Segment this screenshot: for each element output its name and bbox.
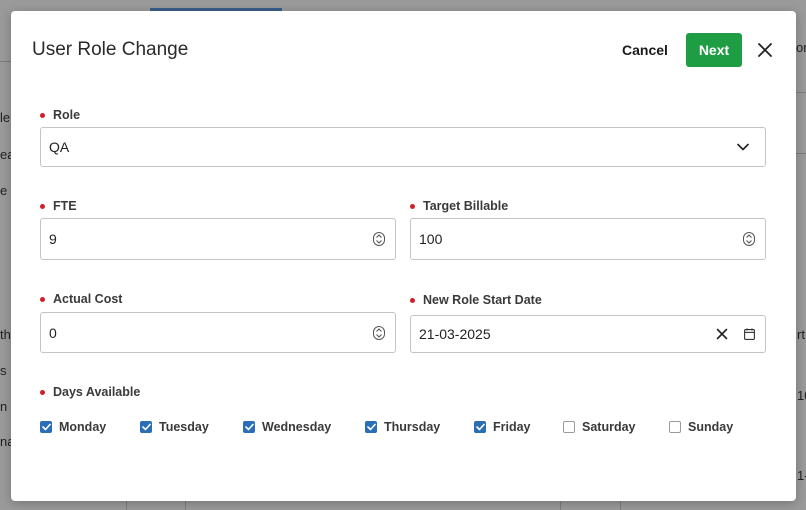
day-checkbox-saturday[interactable]: Saturday (563, 420, 636, 434)
required-marker (410, 297, 415, 303)
clear-icon[interactable] (716, 328, 728, 340)
role-select[interactable]: QA (40, 127, 766, 167)
background-text: n (0, 399, 8, 414)
actual-cost-input-value: 0 (49, 324, 57, 341)
background-text: on (796, 40, 806, 55)
fte-input-value: 9 (49, 231, 57, 247)
close-icon (758, 43, 772, 57)
day-checkbox-monday[interactable]: Monday (40, 420, 106, 434)
required-marker (410, 203, 415, 209)
background-text: 10 (797, 388, 806, 403)
chevron-down-icon (737, 143, 749, 151)
day-checkbox-sunday[interactable]: Sunday (669, 420, 733, 434)
target-billable-input[interactable]: 100 (410, 218, 766, 260)
check-icon (141, 423, 151, 431)
checkbox[interactable] (474, 421, 486, 433)
day-checkbox-wednesday[interactable]: Wednesday (243, 420, 331, 434)
checkbox[interactable] (563, 421, 575, 433)
role-select-value: QA (49, 139, 70, 155)
fte-input[interactable]: 9 (40, 218, 396, 260)
number-stepper-icon[interactable] (373, 232, 385, 246)
fte-label: FTE (40, 199, 77, 213)
cancel-button[interactable]: Cancel (611, 33, 679, 67)
background-text: rt (797, 327, 805, 342)
background-text: le (0, 110, 11, 125)
required-marker (40, 296, 45, 302)
background-text: th (0, 327, 11, 342)
checkbox[interactable] (140, 421, 152, 433)
day-checkbox-friday[interactable]: Friday (474, 420, 531, 434)
day-checkbox-tuesday[interactable]: Tuesday (140, 420, 209, 434)
day-checkbox-thursday[interactable]: Thursday (365, 420, 440, 434)
date-input-value: 21-03-2025 (419, 326, 491, 342)
actual-cost-label: Actual Cost (40, 292, 122, 306)
check-icon (366, 423, 376, 431)
next-button[interactable]: Next (686, 33, 742, 67)
checkbox[interactable] (669, 421, 681, 433)
check-icon (244, 423, 254, 431)
actual-cost-input[interactable]: 0 (40, 312, 396, 353)
new-role-start-date-input[interactable]: 21-03-2025 (410, 315, 766, 353)
required-marker (40, 203, 45, 209)
checkbox[interactable] (243, 421, 255, 433)
background-text: e (0, 183, 8, 198)
days-available-label: Days Available (40, 385, 140, 399)
days-available-group: Monday Tuesday Wednesday Thursday Friday… (40, 420, 760, 438)
checkbox[interactable] (40, 421, 52, 433)
modal-title: User Role Change (32, 39, 189, 60)
background-text: 1- (797, 468, 806, 483)
check-icon (475, 423, 485, 431)
close-button[interactable] (753, 38, 777, 62)
checkbox[interactable] (365, 421, 377, 433)
check-icon (41, 423, 51, 431)
target-billable-input-value: 100 (419, 231, 443, 247)
number-stepper-icon[interactable] (373, 325, 385, 340)
new-role-start-date-label: New Role Start Date (410, 293, 542, 307)
role-label: Role (40, 108, 80, 122)
calendar-icon[interactable] (744, 328, 755, 340)
target-billable-label: Target Billable (410, 199, 508, 213)
background-text: s (0, 363, 7, 378)
required-marker (40, 389, 45, 395)
required-marker (40, 112, 45, 118)
user-role-change-modal: User Role Change Cancel Next Role QA FTE… (11, 11, 796, 501)
number-stepper-icon[interactable] (743, 232, 755, 246)
